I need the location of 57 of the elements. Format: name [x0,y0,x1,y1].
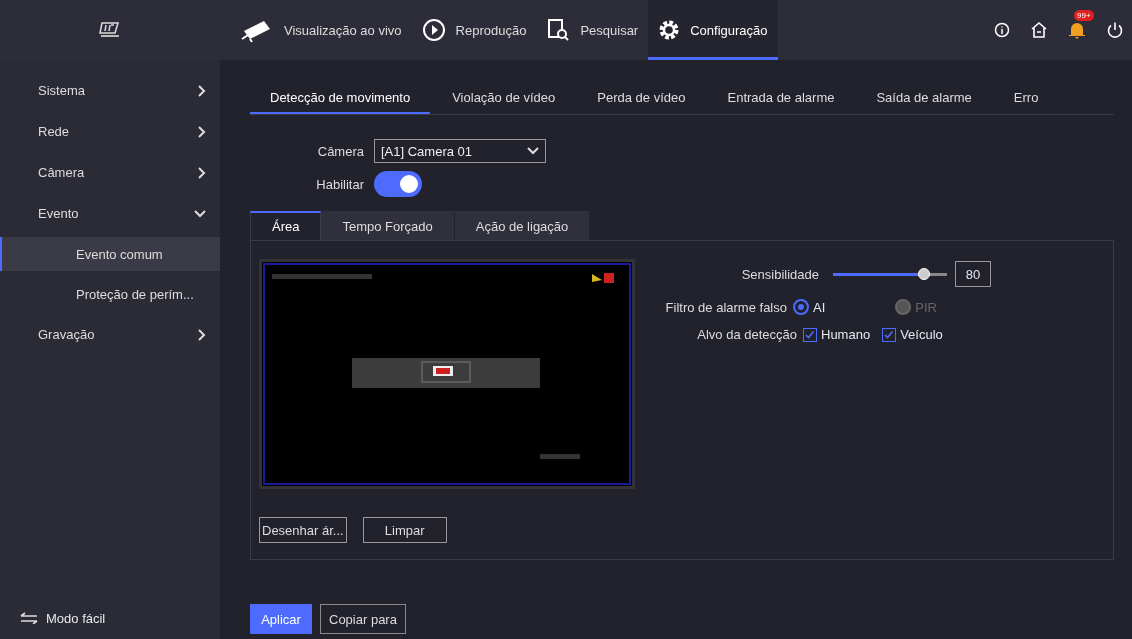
chevron-right-icon [198,125,206,138]
notification-badge: 99+ [1074,10,1094,21]
settings-icon [658,19,681,41]
tab[interactable]: Perda de vídeo [577,84,706,114]
sensitivity-field[interactable]: 80 [955,261,991,287]
home-icon[interactable] [1030,21,1048,39]
tab[interactable]: Erro [993,84,1059,114]
info-icon[interactable] [994,22,1010,38]
switch-icon[interactable] [20,612,38,624]
nav-tab[interactable]: Pesquisar [536,0,649,60]
field-label: Sensibilidade [740,266,819,282]
search-icon [546,18,571,42]
chevron-down-icon [194,209,206,218]
option-label: Humano [821,327,871,342]
sidebar-item[interactable]: Gravação [0,314,220,355]
easy-mode-link[interactable]: Modo fácil [46,610,106,626]
nav-tab[interactable]: Configuração [648,0,778,60]
bell-icon[interactable] [1068,20,1086,40]
slider-thumb[interactable] [918,268,931,280]
power-icon[interactable] [1106,21,1124,39]
field-label: Alvo da detecção [696,327,797,342]
sidebar-item[interactable]: Sistema [0,70,220,111]
chevron-right-icon [198,166,206,179]
playback-icon [421,18,446,42]
chevron-right-icon [198,328,206,341]
option-label: Veículo [900,327,943,342]
chevron-down-icon [527,147,539,155]
field-label: Habilitar [315,176,364,192]
copy-button[interactable]: Copiar para [320,604,406,634]
option-label: PIR [915,299,937,315]
checkbox[interactable] [882,327,897,342]
checkbox[interactable] [803,327,817,342]
sidebar-item[interactable]: Câmera [0,152,220,193]
nav-tab[interactable]: Visualização ao vivo [230,0,412,60]
nav-tab[interactable]: Reprodução [411,0,537,60]
field-label: Câmera [316,143,364,159]
sub-tab[interactable]: Área [250,211,322,240]
sub-tab[interactable]: Tempo Forçado [321,211,455,240]
tab[interactable]: Violação de vídeo [432,84,576,114]
sidebar-subitem[interactable]: Proteção de perím... [0,277,220,311]
tab[interactable]: Entrada de alarme [707,84,855,114]
camera-dropdown[interactable]: [A1] Camera 01 [374,139,546,163]
area-button[interactable]: Limpar [362,517,447,543]
logo-icon [99,21,121,39]
tab[interactable]: Detecção de movimento [250,84,431,114]
sidebar-item[interactable]: Evento [0,193,220,234]
sidebar-subitem[interactable]: Evento comum [0,237,220,271]
chevron-right-icon [198,84,206,97]
apply-button[interactable]: Aplicar [250,604,312,634]
option-label: AI [813,299,826,315]
radio-button[interactable] [793,299,809,315]
enable-toggle[interactable] [374,171,422,197]
sidebar-item[interactable]: Rede [0,111,220,152]
tab[interactable]: Saída de alarme [856,84,992,114]
sub-tab[interactable]: Ação de ligação [454,211,591,240]
area-button[interactable]: Desenhar ár... [259,517,347,543]
field-label: Filtro de alarme falso [665,299,787,315]
